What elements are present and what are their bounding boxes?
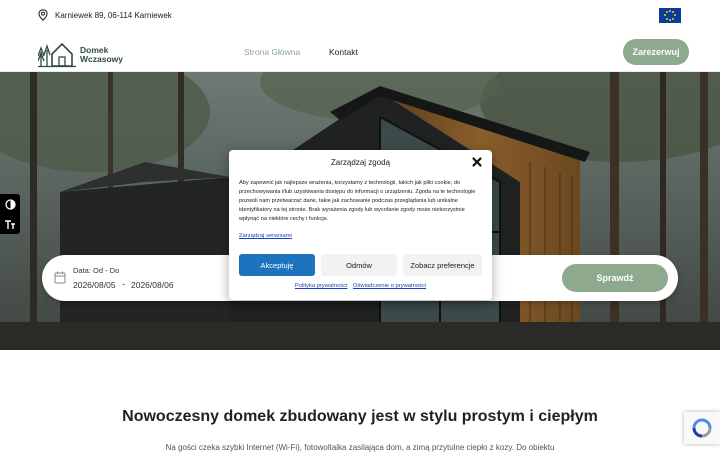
date-range-label: Data: Od - Do (73, 266, 120, 275)
consent-links: Polityka prywatności Oświadczenie o pryw… (229, 283, 492, 289)
section-intro-text: Na gości czeka szybki Internet (Wi-Fi), … (165, 443, 555, 452)
logo-text: Domek Wczasowy (80, 46, 123, 64)
close-icon[interactable] (471, 156, 483, 168)
address-text: Karniewek 89, 06-114 Karniewek (55, 10, 172, 20)
manage-services-link[interactable]: Zarządzaj serwisami (239, 233, 292, 239)
eu-flag-icon (659, 8, 681, 23)
text-size-icon (5, 219, 15, 229)
contrast-toggle-button[interactable] (0, 194, 20, 214)
privacy-statement-link[interactable]: Oświadczenie o prywatności (353, 283, 426, 289)
deny-button[interactable]: Odmów (321, 254, 397, 276)
top-bar: Karniewek 89, 06-114 Karniewek (0, 0, 720, 32)
font-size-toggle-button[interactable] (0, 214, 20, 234)
date-to-input[interactable]: 2026/08/06 (131, 280, 177, 290)
privacy-policy-link[interactable]: Polityka prywatności (295, 283, 348, 289)
date-from-input[interactable]: 2026/08/05 (73, 280, 119, 290)
cookie-consent-dialog: Zarządzaj zgodą Aby zapewnić jak najleps… (229, 150, 492, 300)
reserve-button[interactable]: Zarezerwuj (623, 39, 689, 65)
nav-contact-link[interactable]: Kontakt (329, 47, 358, 57)
map-pin-icon (38, 9, 48, 21)
recaptcha-icon (692, 418, 712, 438)
consent-body-text: Aby zapewnić jak najlepsze wrażenia, kor… (239, 180, 476, 222)
site-header: Domek Wczasowy Strona Główna Kontakt Zar… (0, 32, 720, 72)
consent-title: Zarządzaj zgodą (330, 158, 391, 167)
logo-line-2: Wczasowy (80, 54, 123, 64)
accessibility-toolbar (0, 194, 20, 234)
address: Karniewek 89, 06-114 Karniewek (38, 9, 172, 21)
check-availability-button[interactable]: Sprawdź (562, 264, 668, 292)
recaptcha-badge[interactable] (684, 412, 720, 444)
nav-home-link[interactable]: Strona Główna (244, 47, 300, 57)
date-separator: - (122, 279, 125, 289)
logo[interactable]: Domek Wczasowy (38, 38, 138, 68)
house-logo-icon (38, 42, 76, 68)
calendar-icon (54, 271, 66, 284)
accept-button[interactable]: Akceptuję (239, 254, 315, 276)
view-preferences-button[interactable]: Zobacz preferencje (403, 254, 482, 276)
contrast-icon (4, 198, 16, 210)
section-heading: Nowoczesny domek zbudowany jest w stylu … (122, 408, 598, 425)
